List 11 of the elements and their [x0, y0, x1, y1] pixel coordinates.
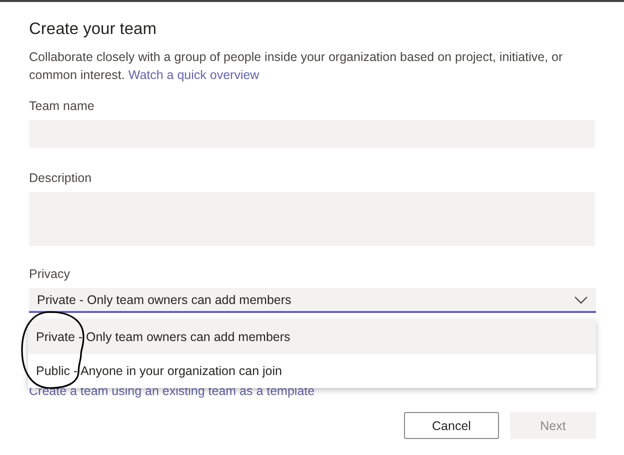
chevron-down-icon	[574, 296, 588, 304]
cancel-button[interactable]: Cancel	[404, 412, 499, 439]
dropdown-option[interactable]: Private - Only team owners can add members	[28, 320, 596, 354]
dropdown-option[interactable]: Public - Anyone in your organization can join	[28, 354, 596, 388]
overview-link[interactable]: Watch a quick overview	[128, 68, 260, 82]
privacy-dropdown[interactable]: Private - Only team owners can add members	[29, 288, 596, 313]
dialog-description: Collaborate closely with a group of people inside your organization based on project, initiative, or common interest. Watch a quick overview	[29, 49, 564, 84]
field-label: Privacy	[29, 266, 70, 282]
dialog-title: Create your team	[29, 19, 158, 40]
field-label: Team name	[29, 98, 94, 114]
field-label: Description	[29, 170, 92, 186]
